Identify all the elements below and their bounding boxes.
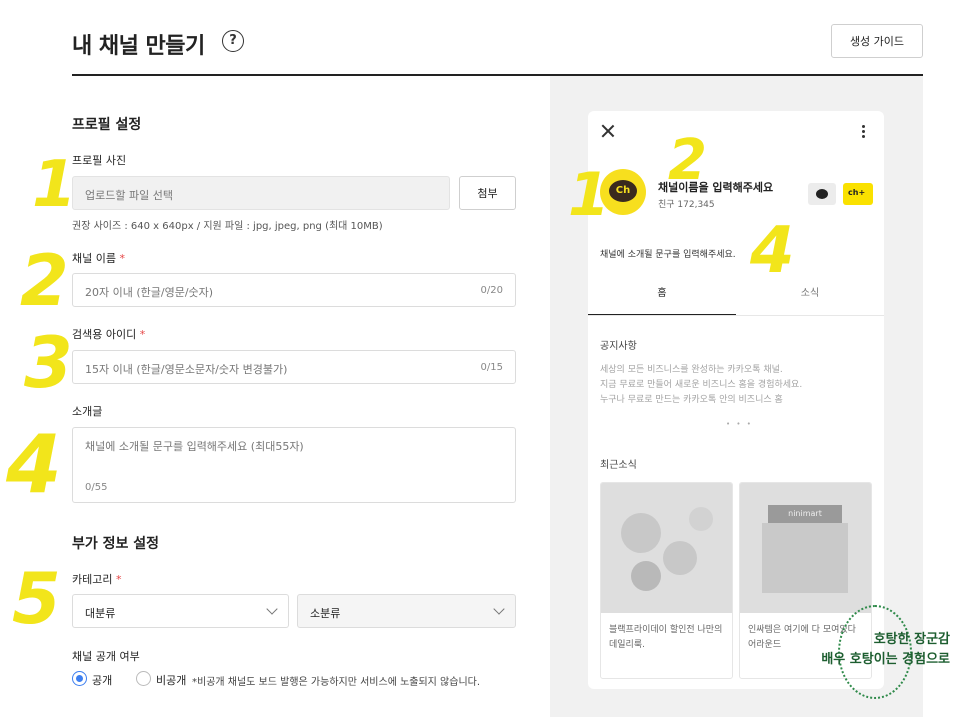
- channel-name-label: 채널 이름 *: [72, 250, 125, 266]
- watermark-line: 배우 호탕이는 경험으로: [821, 652, 950, 667]
- notice-line: 지금 무료로 만들어 새로운 비즈니스 홈을 경험하세요.: [600, 380, 803, 390]
- visibility-label: 채널 공개 여부: [72, 650, 140, 663]
- channel-name-input[interactable]: 20자 이내 (한글/영문/숫자) 0/20: [72, 273, 516, 307]
- add-channel-icon: ch+: [848, 188, 866, 197]
- recent-news-title: 최근소식: [600, 460, 637, 471]
- watermark-text: 호탕한 장군감 배우 호탕이는 경험으로: [760, 630, 950, 670]
- category-main-value: 대분류: [85, 607, 116, 620]
- private-note: *비공개 채널도 보드 발행은 가능하지만 서비스에 노출되지 않습니다.: [192, 677, 481, 688]
- page-title: 내 채널 만들기: [72, 34, 205, 59]
- notice-text: 세상의 모든 비즈니스를 완성하는 카카오톡 채널. 지금 무료로 만들어 새로…: [600, 363, 802, 408]
- search-id-placeholder: 15자 이내 (한글/영문소문자/숫자 변경불가): [85, 363, 288, 376]
- file-hint: 권장 사이즈 : 640 x 640px / 지원 파일 : jpg, jpeg…: [72, 221, 383, 232]
- file-select-placeholder: 업로드할 파일 선택: [85, 189, 173, 202]
- intro-textarea[interactable]: 채널에 소개될 문구를 입력해주세요 (최대55자) 0/55: [72, 427, 516, 503]
- annotation-number-3: 3: [24, 322, 73, 404]
- chevron-down-icon: [266, 603, 278, 615]
- news-thumbnail: ninimart: [740, 483, 871, 613]
- chevron-down-icon: [493, 603, 505, 615]
- channel-name-counter: 0/20: [480, 285, 503, 296]
- annotation-number-1: 1: [568, 160, 610, 230]
- notice-title: 공지사항: [600, 341, 637, 352]
- private-radio[interactable]: [136, 671, 151, 686]
- profile-photo-label: 프로필 사진: [72, 154, 127, 167]
- tab-home[interactable]: 홈: [588, 279, 736, 315]
- profile-section-title: 프로필 설정: [72, 117, 142, 133]
- pagination-dots: • • •: [726, 420, 753, 428]
- channel-name-label-text: 채널 이름: [72, 252, 116, 265]
- search-id-label-text: 검색용 아이디: [72, 328, 137, 341]
- annotation-number-2: 2: [20, 240, 69, 322]
- search-id-label: 검색용 아이디 *: [72, 326, 145, 342]
- page-header: 내 채널 만들기 ? 생성 가이드: [72, 24, 923, 76]
- watermark-line: 호탕한 장군감: [873, 632, 950, 647]
- category-main-select[interactable]: 대분류: [72, 594, 289, 628]
- intro-counter: 0/55: [85, 482, 108, 493]
- more-vertical-icon[interactable]: [862, 125, 866, 139]
- search-id-counter: 0/15: [480, 362, 503, 373]
- channel-name-placeholder: 20자 이내 (한글/영문/숫자): [85, 286, 214, 299]
- public-radio[interactable]: [72, 671, 87, 686]
- intro-label: 소개글: [72, 405, 103, 418]
- category-label: 카테고리 *: [72, 571, 121, 587]
- add-channel-button[interactable]: ch+: [843, 183, 873, 205]
- required-mark: *: [119, 252, 125, 265]
- channel-logo-text: Ch: [609, 180, 637, 202]
- file-select-input[interactable]: 업로드할 파일 선택: [72, 176, 450, 210]
- news-card[interactable]: 블랙프라이데이 할인전 나만의 데일리룩.: [600, 482, 733, 679]
- search-id-input[interactable]: 15자 이내 (한글/영문소문자/숫자 변경불가) 0/15: [72, 350, 516, 384]
- required-mark: *: [139, 328, 146, 341]
- preview-channel-description: 채널에 소개될 문구를 입력해주세요.: [600, 250, 736, 260]
- news-card-text: 블랙프라이데이 할인전 나만의 데일리룩.: [609, 625, 723, 650]
- category-label-text: 카테고리: [72, 573, 113, 586]
- help-icon[interactable]: ?: [222, 30, 244, 52]
- channel-preview-card: Ch 채널이름을 입력해주세요 친구 172,345 ch+ 채널에 소개될 문…: [588, 111, 884, 689]
- chat-bubble-icon: [816, 189, 828, 199]
- shop-illustration: [762, 523, 848, 593]
- notice-line: 누구나 무료로 만드는 카카오톡 안의 비즈니스 홈: [600, 395, 783, 405]
- annotation-number-4: 4: [750, 214, 795, 288]
- tab-divider: [588, 315, 884, 316]
- shop-sign: ninimart: [768, 505, 842, 523]
- notice-line: 세상의 모든 비즈니스를 완성하는 카카오톡 채널.: [600, 365, 783, 375]
- extra-section-title: 부가 정보 설정: [72, 536, 160, 552]
- close-icon[interactable]: [600, 123, 616, 139]
- annotation-number-2: 2: [668, 128, 707, 193]
- category-sub-value: 소분류: [310, 607, 341, 620]
- required-mark: *: [115, 573, 122, 586]
- annotation-number-5: 5: [12, 558, 61, 640]
- annotation-number-1: 1: [32, 148, 77, 222]
- public-radio-label: 공개: [92, 674, 113, 687]
- chat-button[interactable]: [808, 183, 836, 205]
- news-thumbnail: [601, 483, 732, 613]
- intro-placeholder: 채널에 소개될 문구를 입력해주세요 (최대55자): [85, 440, 304, 453]
- category-sub-select[interactable]: 소분류: [297, 594, 516, 628]
- preview-friend-count: 친구 172,345: [658, 200, 715, 210]
- private-radio-label: 비공개: [156, 674, 187, 687]
- creation-guide-button[interactable]: 생성 가이드: [831, 24, 923, 58]
- annotation-number-4: 4: [6, 418, 62, 511]
- attach-button[interactable]: 첨부: [459, 176, 516, 210]
